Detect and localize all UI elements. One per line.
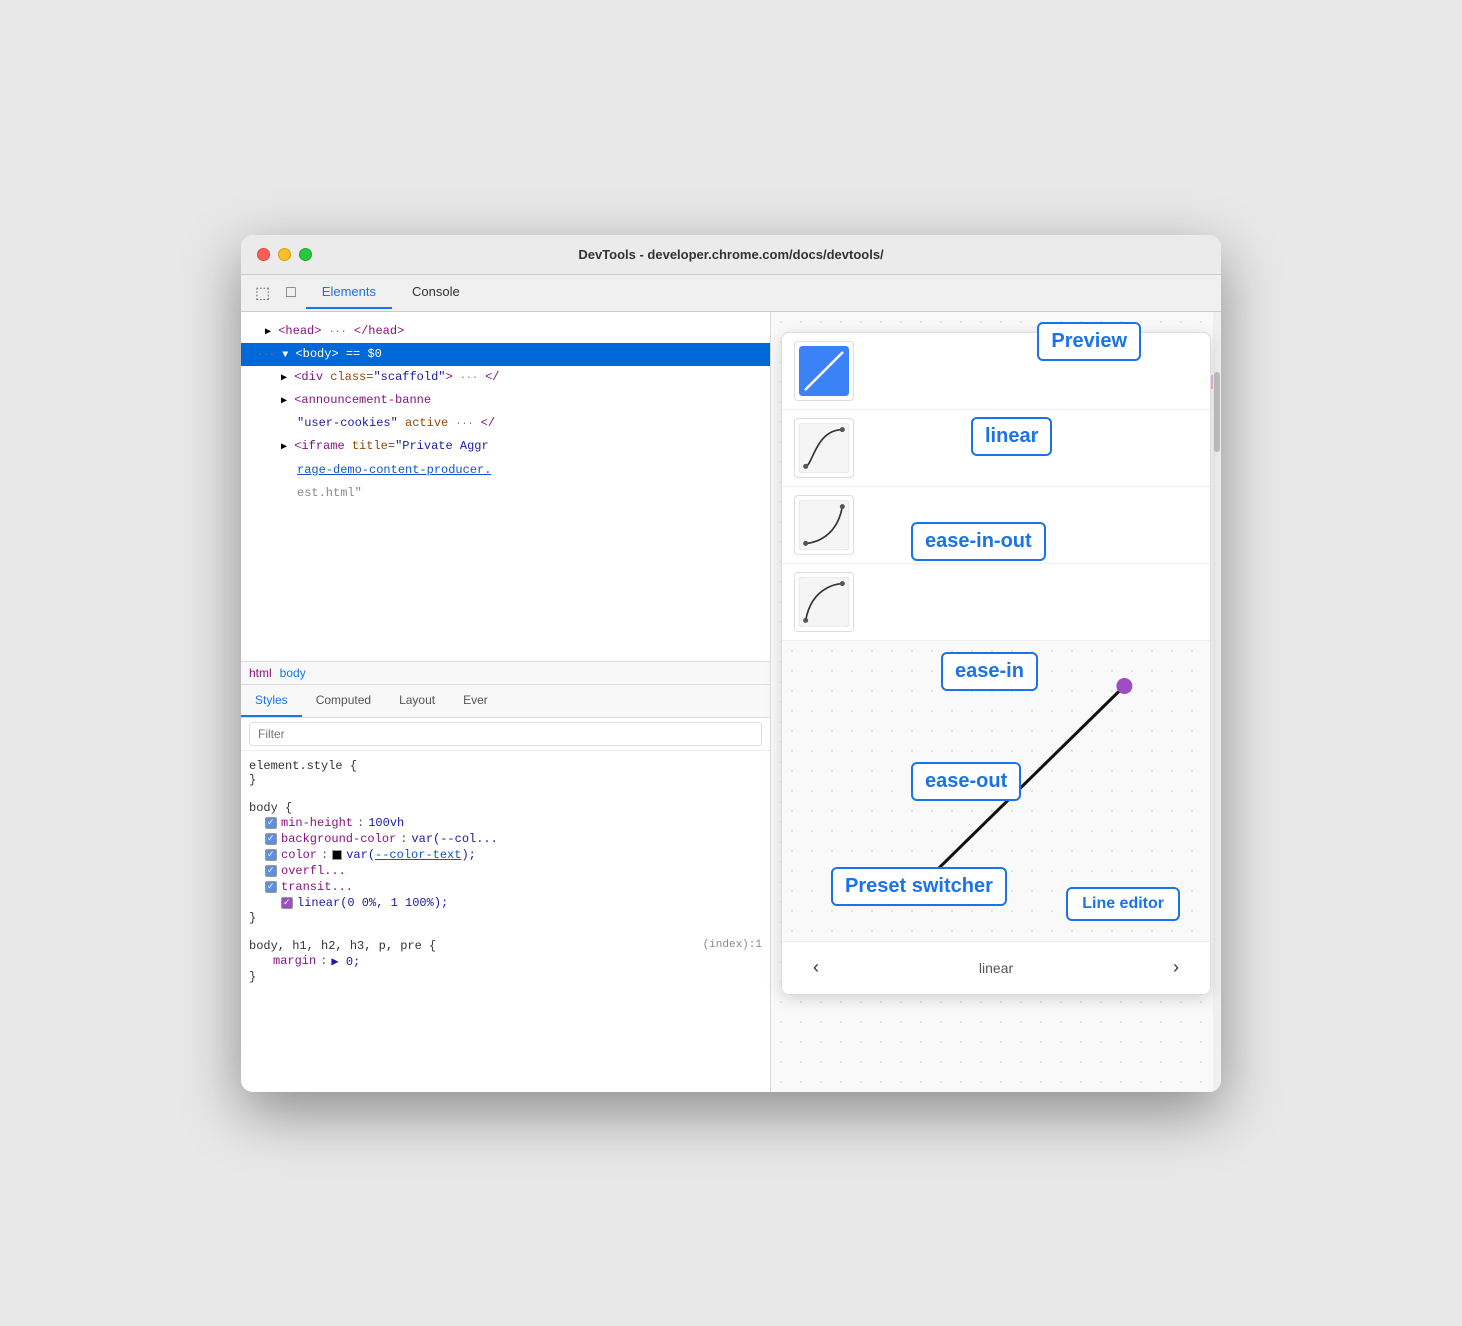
preset-thumbnail-linear <box>794 341 854 401</box>
main-content: ▶ <head> ··· </head> ··· ▼ <body> == $0 … <box>241 312 1221 1092</box>
ease-in-svg <box>799 500 849 550</box>
breadcrumb-body[interactable]: body <box>280 666 306 680</box>
preview-label: Preview <box>1037 322 1141 361</box>
ease-in-out-label: ease-in-out <box>911 522 1046 561</box>
window-title: DevTools - developer.chrome.com/docs/dev… <box>578 247 883 262</box>
css-checkbox-transition[interactable] <box>265 881 277 893</box>
linear-label: linear <box>971 417 1052 456</box>
easing-bottom-nav: ‹ linear › <box>782 941 1210 994</box>
scrollbar-thumb[interactable] <box>1214 372 1220 452</box>
preset-thumbnail-ease-in <box>794 495 854 555</box>
nav-next-button[interactable]: › <box>1162 954 1190 982</box>
dom-line-iframe[interactable]: ▶ <iframe title="Private Aggr <box>241 435 770 458</box>
preset-thumbnail-ease-out <box>794 572 854 632</box>
traffic-lights <box>257 248 312 261</box>
right-panel: Line editor ‹ linear › Preview linear ea… <box>771 312 1221 1092</box>
ease-out-svg <box>799 577 849 627</box>
css-checkbox-color[interactable] <box>265 849 277 861</box>
dom-tree: ▶ <head> ··· </head> ··· ▼ <body> == $0 … <box>241 312 770 661</box>
close-button[interactable] <box>257 248 270 261</box>
linear-curve-svg <box>799 346 849 396</box>
css-linear: linear(0 0%, 1 100%); <box>249 895 762 911</box>
ease-out-label: ease-out <box>911 762 1021 801</box>
css-background-color: background-color: var(--col... <box>249 831 762 847</box>
css-rules: element.style { } body { min-height: 100… <box>241 751 770 1092</box>
left-panel: ▶ <head> ··· </head> ··· ▼ <body> == $0 … <box>241 312 771 1092</box>
css-transition: transit... <box>249 879 762 895</box>
presets-list <box>782 333 1210 641</box>
tab-elements[interactable]: Elements <box>306 276 392 309</box>
source-link[interactable]: (index):1 <box>703 939 762 953</box>
inspect-icon[interactable]: ⬚ <box>249 275 276 311</box>
titlebar: DevTools - developer.chrome.com/docs/dev… <box>241 235 1221 275</box>
tab-styles[interactable]: Styles <box>241 685 302 717</box>
devtools-top-tabs: ⬚ □ Elements Console <box>241 275 1221 312</box>
ease-in-label: ease-in <box>941 652 1038 691</box>
nav-current-label: linear <box>979 960 1013 976</box>
dom-line-scaffold[interactable]: ▶ <div class="scaffold"> ··· </ <box>241 366 770 389</box>
tab-computed[interactable]: Computed <box>302 685 385 717</box>
filter-input[interactable] <box>249 722 762 746</box>
dom-line-est[interactable]: est.html" <box>241 482 770 505</box>
css-margin: margin: ▶ 0; <box>249 953 762 970</box>
devtools-window: DevTools - developer.chrome.com/docs/dev… <box>241 235 1221 1092</box>
dom-line-url[interactable]: rage-demo-content-producer. <box>241 459 770 482</box>
dom-line-body[interactable]: ··· ▼ <body> == $0 <box>241 343 770 366</box>
preset-linear[interactable] <box>782 333 1210 410</box>
tab-console[interactable]: Console <box>396 276 476 309</box>
dom-line-announcement[interactable]: ▶ <announcement-banne <box>241 389 770 412</box>
maximize-button[interactable] <box>299 248 312 261</box>
ease-in-out-svg <box>799 423 849 473</box>
preset-ease-out[interactable] <box>782 564 1210 641</box>
body-h1-rule: body, h1, h2, h3, p, pre { (index):1 mar… <box>241 935 770 988</box>
css-checkbox-overflow[interactable] <box>265 865 277 877</box>
styles-filter <box>241 718 770 751</box>
dom-line[interactable]: ▶ <head> ··· </head> <box>241 320 770 343</box>
tab-event-listeners[interactable]: Ever <box>449 685 502 717</box>
css-checkbox-bg[interactable] <box>265 833 277 845</box>
css-overflow: overfl... <box>249 863 762 879</box>
styles-tabs: Styles Computed Layout Ever <box>241 685 770 718</box>
preset-thumbnail-ease-in-out <box>794 418 854 478</box>
dom-line-user-cookies[interactable]: "user-cookies" active ··· </ <box>241 412 770 435</box>
tab-layout[interactable]: Layout <box>385 685 449 717</box>
device-icon[interactable]: □ <box>280 276 302 310</box>
css-checkbox-min-height[interactable] <box>265 817 277 829</box>
nav-prev-button[interactable]: ‹ <box>802 954 830 982</box>
css-min-height: min-height: 100vh <box>249 815 762 831</box>
body-rule: body { min-height: 100vh background-colo… <box>241 797 770 929</box>
css-checkbox-linear[interactable] <box>281 897 293 909</box>
breadcrumb: html body <box>241 661 770 685</box>
minimize-button[interactable] <box>278 248 291 261</box>
scrollbar[interactable] <box>1213 312 1221 1092</box>
color-swatch[interactable] <box>332 850 342 860</box>
line-editor-label: Line editor <box>1066 887 1180 921</box>
element-style-rule: element.style { } <box>241 755 770 791</box>
preset-switcher-label: Preset switcher <box>831 867 1007 906</box>
breadcrumb-html[interactable]: html <box>249 666 272 680</box>
css-color: color: var(--color-text); <box>249 847 762 863</box>
